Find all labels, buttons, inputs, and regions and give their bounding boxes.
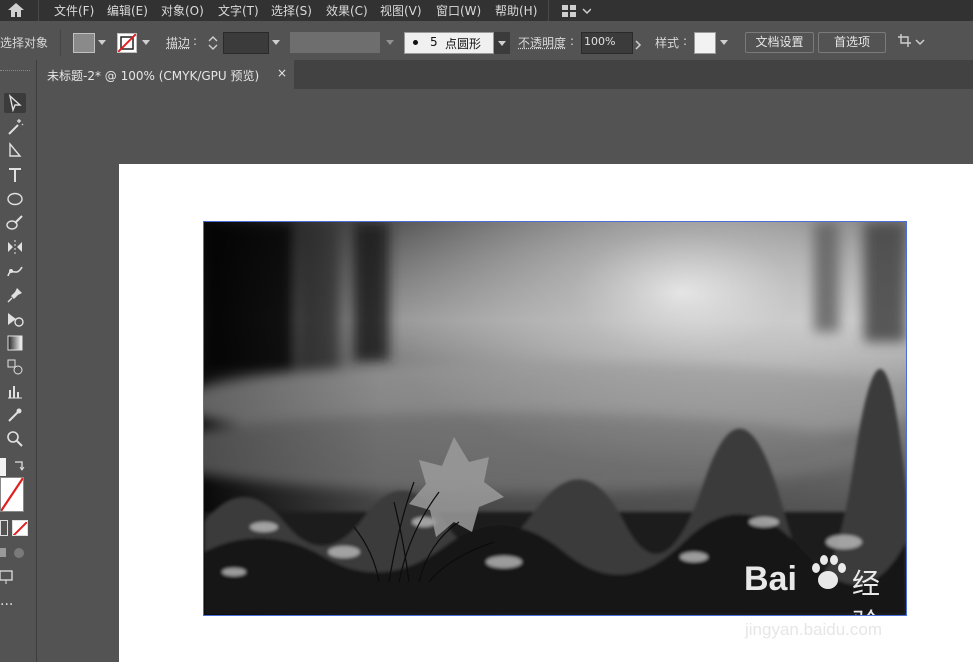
control-divider [60,29,61,56]
direct-selection-icon[interactable] [4,141,26,161]
menu-select[interactable]: 选择(S) [271,2,312,19]
gradient-tool-icon[interactable] [4,333,26,353]
stroke-color-swatch[interactable] [0,477,24,512]
pin-icon[interactable] [4,285,26,305]
color-mode-icon[interactable] [0,520,8,536]
opacity-value: 100% [584,35,616,48]
puppet-warp-icon[interactable] [4,261,26,281]
ellipse-tool-icon[interactable] [4,189,26,209]
chevron-down-icon[interactable] [720,40,728,45]
style-label: 样式 [655,36,680,50]
menu-bar: 文件(F) 编辑(E) 对象(O) 文字(T) 选择(S) 效果(C) 视图(V… [0,0,973,21]
menu-type[interactable]: 文字(T) [218,2,259,19]
panel-grip[interactable] [0,70,30,74]
opacity-colon: : [570,34,575,48]
eyedropper-icon[interactable] [4,405,26,425]
menu-help[interactable]: 帮助(H) [495,2,537,19]
more-tools-icon[interactable]: ··· [0,598,13,612]
stroke-colon: : [193,34,198,48]
none-mode-icon[interactable] [12,520,28,536]
selection-status: 选择对象 [0,36,49,50]
brush-dot-icon [413,40,418,45]
preferences-button[interactable]: 首选项 [818,32,886,53]
document-tab-bar: 未标题-2* @ 100% (CMYK/GPU 预览) × [38,60,973,89]
draw-mode-icon[interactable] [0,545,28,564]
menu-object[interactable]: 对象(O) [161,2,204,19]
style-colon: : [683,34,688,48]
brush-dropdown[interactable] [494,32,510,54]
screen-mode-icon[interactable] [0,570,14,590]
tab-title: 未标题-2* @ 100% (CMYK/GPU 预览) [47,69,260,83]
menu-file[interactable]: 文件(F) [54,2,94,19]
menu-edit[interactable]: 编辑(E) [107,2,148,19]
baidu-watermark: Bai 经验 [744,552,904,615]
menu-divider [38,0,39,21]
tab-close-icon[interactable]: × [277,66,287,80]
zoom-tool-icon[interactable] [4,429,26,449]
swap-colors-icon[interactable] [12,458,26,477]
opacity-input[interactable]: 100% [581,32,633,54]
menu-divider [548,0,549,21]
chevron-right-icon[interactable] [634,36,642,55]
fill-color-swatch[interactable] [0,458,6,476]
type-tool-icon[interactable] [4,165,26,185]
graphic-style-swatch[interactable] [694,32,716,54]
menu-window[interactable]: 窗口(W) [436,2,481,19]
watermark-url: jingyan.baidu.com [745,620,883,639]
chevron-down-icon[interactable] [386,40,394,45]
graph-tool-icon[interactable] [4,381,26,401]
variable-width-profile[interactable] [290,32,380,53]
opacity-label[interactable]: 不透明度 [518,34,566,51]
selection-tool-icon[interactable] [4,93,26,113]
stroke-weight-stepper[interactable] [206,33,220,53]
magic-wand-icon[interactable] [4,117,26,137]
workspace-layout-icon[interactable] [561,3,592,22]
arrange-documents-icon[interactable] [896,33,926,55]
stroke-swatch[interactable] [117,33,137,53]
watermark-brand-suffix: 经验 [852,567,881,615]
tools-panel: ··· [0,60,37,662]
fill-swatch[interactable] [73,33,95,53]
home-icon[interactable] [6,1,26,19]
control-bar: 选择对象 描边 : 5 点圆形 不透明度 : 100% 样式 : 文档设置 首选… [0,27,973,58]
reflect-tool-icon[interactable] [4,237,26,257]
chevron-down-icon [498,41,506,46]
document-setup-button[interactable]: 文档设置 [745,32,814,53]
tab-document[interactable]: 未标题-2* @ 100% (CMYK/GPU 预览) × [38,60,294,89]
paw-icon [806,552,850,596]
brush-shape: 点圆形 [445,37,482,51]
chevron-down-icon[interactable] [272,40,280,45]
chevron-down-icon[interactable] [98,40,106,45]
brush-size: 5 [430,35,438,49]
stroke-weight-input[interactable] [223,32,269,54]
brush-definition[interactable]: 5 点圆形 [404,32,494,54]
watermark-brand: Bai [744,560,797,598]
shape-builder-icon[interactable] [4,309,26,329]
placed-image[interactable]: Bai 经验 [203,221,907,616]
menu-effect[interactable]: 效果(C) [326,2,368,19]
paintbrush-icon[interactable] [4,213,26,233]
stroke-label[interactable]: 描边 [166,34,190,51]
blend-tool-icon[interactable] [4,357,26,377]
menu-view[interactable]: 视图(V) [380,2,422,19]
chevron-down-icon[interactable] [142,40,150,45]
